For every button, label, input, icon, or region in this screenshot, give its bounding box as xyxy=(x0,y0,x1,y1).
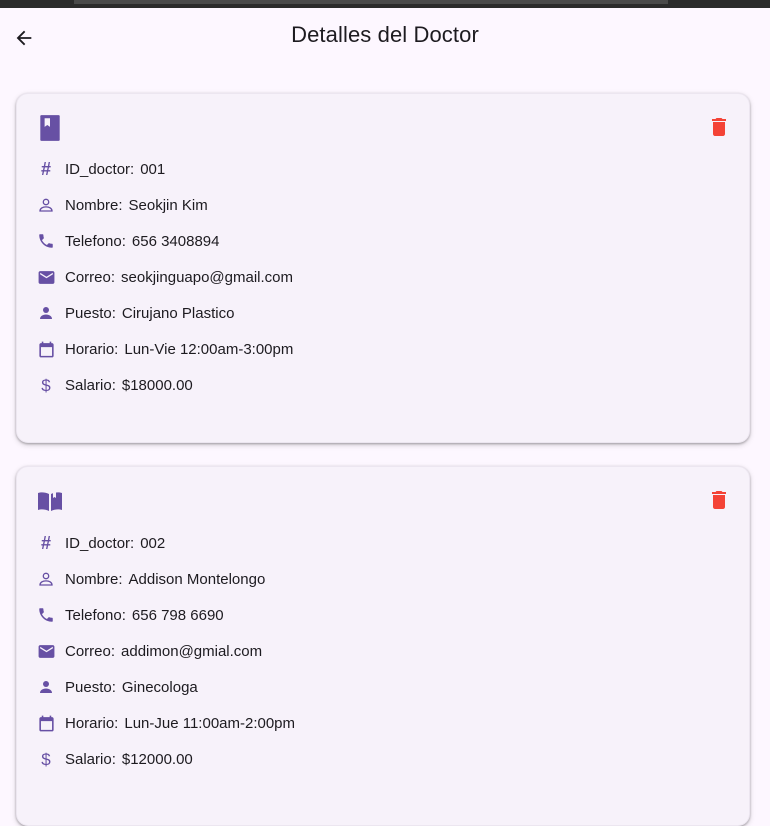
page-title: Detalles del Doctor xyxy=(291,22,479,47)
id-row: # ID_doctor: 001 xyxy=(35,157,165,181)
doctor-card: # ID_doctor: 001 Nombre: Seokjin Kim Tel… xyxy=(16,93,750,443)
telefono-value: 656 3408894 xyxy=(131,232,220,250)
delete-icon[interactable] xyxy=(707,114,731,140)
puesto-value: Ginecologa xyxy=(121,678,198,696)
person-icon xyxy=(35,302,57,324)
horario-label: Horario: xyxy=(65,714,119,732)
horario-value: Lun-Vie 12:00am-3:00pm xyxy=(124,340,294,358)
salario-row: $ Salario: $12000.00 xyxy=(35,747,193,771)
puesto-row: Puesto: Ginecologa xyxy=(35,675,198,699)
telefono-label: Telefono: xyxy=(65,606,126,624)
horario-label: Horario: xyxy=(65,340,119,358)
correo-value: seokjinguapo@gmail.com xyxy=(121,268,294,286)
telefono-value: 656 798 6690 xyxy=(131,606,224,624)
puesto-label: Puesto: xyxy=(65,678,116,696)
nombre-row: Nombre: Addison Montelongo xyxy=(35,567,265,591)
id-value: 001 xyxy=(140,160,166,178)
id-row: # ID_doctor: 002 xyxy=(35,531,165,555)
telefono-label: Telefono: xyxy=(65,232,126,250)
phone-icon xyxy=(35,230,57,252)
salario-label: Salario: xyxy=(65,750,116,768)
person-outline-icon xyxy=(35,568,57,590)
puesto-label: Puesto: xyxy=(65,304,116,322)
nombre-value: Seokjin Kim xyxy=(128,196,208,214)
salario-row: $ Salario: $18000.00 xyxy=(35,373,193,397)
salario-value: $12000.00 xyxy=(121,750,193,768)
correo-value: addimon@gmial.com xyxy=(121,642,263,660)
calendar-icon xyxy=(35,338,57,360)
book-icon xyxy=(40,115,60,141)
person-icon xyxy=(35,676,57,698)
hash-icon: # xyxy=(40,533,51,553)
correo-label: Correo: xyxy=(65,642,116,660)
system-status-bar xyxy=(0,0,770,8)
hash-icon: # xyxy=(40,159,51,179)
correo-label: Correo: xyxy=(65,268,116,286)
telefono-row: Telefono: 656 798 6690 xyxy=(35,603,224,627)
horario-value: Lun-Jue 11:00am-2:00pm xyxy=(124,714,296,732)
id-label: ID_doctor: xyxy=(65,160,135,178)
correo-row: Correo: seokjinguapo@gmail.com xyxy=(35,265,293,289)
app-bar: Detalles del Doctor xyxy=(0,8,770,68)
doctor-card: # ID_doctor: 002 Nombre: Addison Montelo… xyxy=(16,466,750,826)
dollar-icon: $ xyxy=(41,375,51,395)
telefono-row: Telefono: 656 3408894 xyxy=(35,229,219,253)
nombre-value: Addison Montelongo xyxy=(128,570,266,588)
phone-icon xyxy=(35,604,57,626)
horario-row: Horario: Lun-Jue 11:00am-2:00pm xyxy=(35,711,295,735)
open-book-icon xyxy=(38,492,62,511)
nombre-label: Nombre: xyxy=(65,196,123,214)
id-label: ID_doctor: xyxy=(65,534,135,552)
puesto-row: Puesto: Cirujano Plastico xyxy=(35,301,234,325)
correo-row: Correo: addimon@gmial.com xyxy=(35,639,262,663)
salario-value: $18000.00 xyxy=(121,376,193,394)
email-icon xyxy=(35,640,57,662)
horario-row: Horario: Lun-Vie 12:00am-3:00pm xyxy=(35,337,293,361)
salario-label: Salario: xyxy=(65,376,116,394)
person-outline-icon xyxy=(35,194,57,216)
id-value: 002 xyxy=(140,534,166,552)
status-bar-strip xyxy=(74,0,668,4)
nombre-label: Nombre: xyxy=(65,570,123,588)
email-icon xyxy=(35,266,57,288)
delete-icon[interactable] xyxy=(707,487,731,513)
nombre-row: Nombre: Seokjin Kim xyxy=(35,193,208,217)
puesto-value: Cirujano Plastico xyxy=(121,304,235,322)
dollar-icon: $ xyxy=(41,749,51,769)
calendar-icon xyxy=(35,712,57,734)
